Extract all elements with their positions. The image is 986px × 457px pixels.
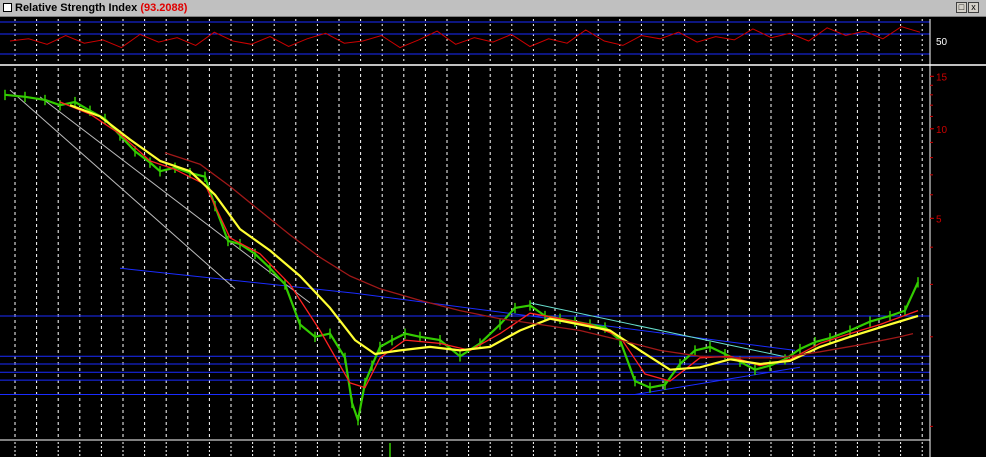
axes: 50 15 10 5 — [0, 19, 986, 457]
price-tick-label: 10 — [936, 125, 948, 136]
grid-lines — [14, 19, 923, 457]
price-tick-label: 5 — [936, 214, 942, 225]
chart-canvas: 50 15 10 5 — [0, 19, 986, 457]
chart-window: { "window": { "title": "Relative Strengt… — [0, 0, 986, 457]
price_bars-line — [4, 93, 920, 422]
trendline — [9, 89, 236, 290]
trendline — [529, 302, 791, 359]
rsi-line — [9, 26, 921, 49]
rsi-tick-label: 50 — [936, 37, 948, 48]
price-tick-label: 15 — [936, 72, 948, 83]
trendline — [634, 366, 801, 395]
rsi-panel — [0, 21, 930, 55]
trendline — [119, 267, 356, 294]
price-series — [4, 89, 920, 426]
ma_red-line — [59, 101, 919, 389]
